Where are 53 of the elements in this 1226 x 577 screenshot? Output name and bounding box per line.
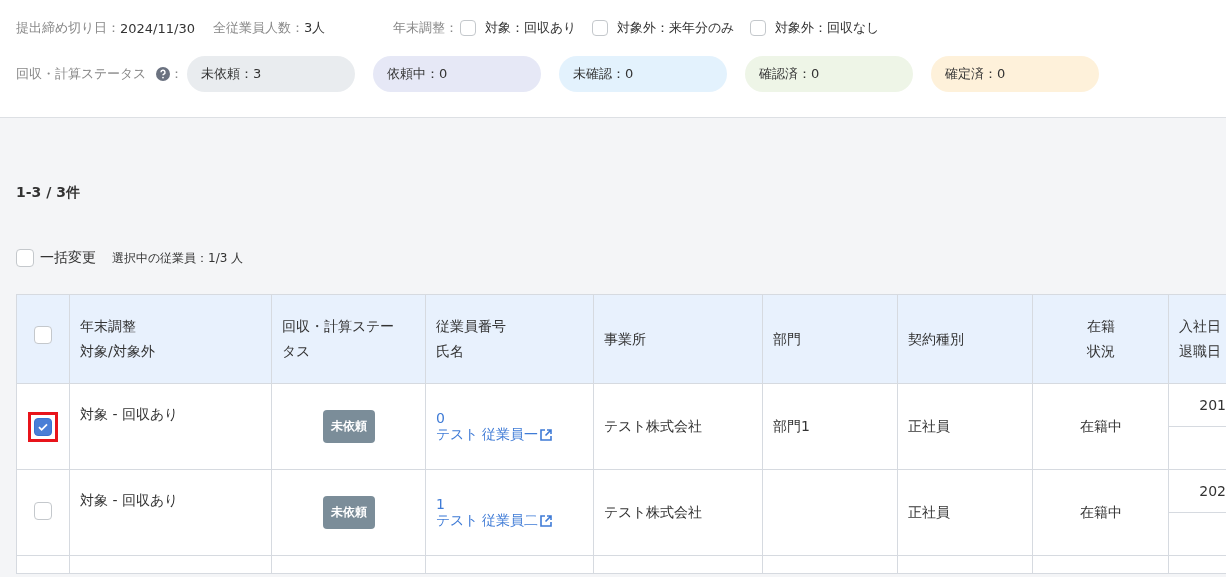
- table-cell: 正社員: [897, 383, 1033, 470]
- select-all-checkbox[interactable]: [34, 326, 52, 344]
- table-cell: 部門1: [762, 383, 898, 470]
- status-count-pill[interactable]: 確定済：0: [931, 56, 1099, 92]
- table-cell-text: 対象 - 回収あり: [80, 405, 179, 424]
- filter-option-label: 対象外：回収なし: [775, 19, 880, 37]
- table-cell-text: 対象 - 回収あり: [80, 491, 179, 510]
- column-header: 契約種別: [897, 294, 1033, 384]
- filter-option-label: 対象外：来年分のみ: [617, 19, 735, 37]
- table-cell: 正社員: [897, 469, 1033, 556]
- filter-checkbox[interactable]: [750, 20, 767, 36]
- status-count-pill[interactable]: 未依頼：3: [187, 56, 355, 92]
- column-header: 年末調整 対象/対象外: [69, 294, 272, 384]
- filter-option-label: 対象：回収あり: [485, 19, 577, 37]
- column-header: 事業所: [593, 294, 763, 384]
- status-summary-label: 回収・計算ステータス: [16, 65, 146, 83]
- employee-count-value: 3人: [303, 19, 326, 37]
- column-header: 部門: [762, 294, 898, 384]
- employee-number-link[interactable]: 1: [436, 495, 445, 512]
- hire-date-cell: 202: [1169, 470, 1226, 513]
- table-cell: テスト株式会社: [593, 383, 763, 470]
- filter-checkbox[interactable]: [460, 20, 477, 36]
- external-link-icon: [539, 427, 554, 442]
- employee-name-link[interactable]: テスト 従業員一: [436, 425, 554, 444]
- column-header: 従業員番号 氏名: [425, 294, 594, 384]
- deadline-value: 2024/11/30: [120, 20, 195, 36]
- employee-count-label: 全従業員人数：: [212, 19, 304, 37]
- table-cell: 在籍中: [1032, 383, 1169, 470]
- table-cell: 在籍中: [1032, 469, 1169, 556]
- selected-employees-text: 選択中の従業員：1/3 人: [112, 249, 244, 267]
- result-count: 1-3 / 3件: [16, 184, 81, 202]
- status-count-pill[interactable]: 確認済：0: [745, 56, 913, 92]
- column-header: 回収・計算ステー タス: [271, 294, 426, 384]
- status-count-pill[interactable]: 依頼中：0: [373, 56, 541, 92]
- status-summary-colon: ：: [170, 65, 183, 83]
- bulk-change-checkbox[interactable]: [16, 249, 34, 267]
- help-icon[interactable]: [156, 67, 170, 81]
- row-checkbox[interactable]: [34, 502, 52, 520]
- deadline-label: 提出締め切り日：: [16, 19, 120, 37]
- status-count-pill[interactable]: 未確認：0: [559, 56, 727, 92]
- table-cell: テスト株式会社: [593, 469, 763, 556]
- external-link-icon: [539, 513, 554, 528]
- bulk-change-label: 一括変更: [40, 249, 96, 267]
- filter-checkbox[interactable]: [592, 20, 609, 36]
- status-badge: 未依頼: [322, 410, 375, 443]
- row-checkbox[interactable]: [34, 417, 52, 436]
- column-header: 入社日 退職日: [1168, 294, 1226, 384]
- year-end-filter-label: 年末調整：: [393, 19, 459, 37]
- employee-number-link[interactable]: 0: [436, 409, 445, 426]
- column-header: 在籍 状況: [1032, 294, 1169, 384]
- employee-name-link[interactable]: テスト 従業員二: [436, 511, 554, 530]
- hire-date-cell: 201: [1169, 384, 1226, 427]
- status-badge: 未依頼: [322, 496, 375, 529]
